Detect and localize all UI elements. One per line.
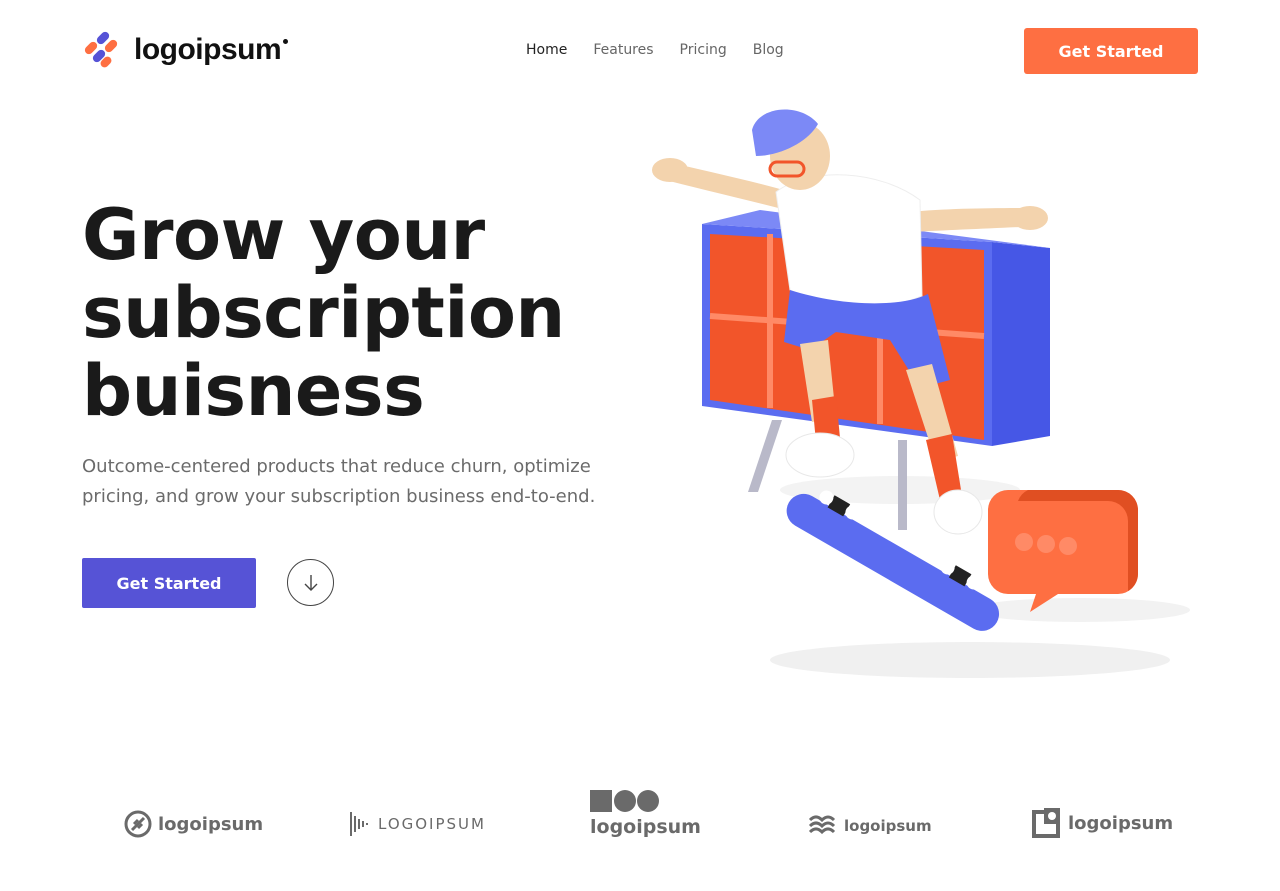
- partner-logos: logoipsum LOGOIPSUM logoipsum logoipsum: [0, 790, 1280, 860]
- headline-line-2: subscription: [82, 272, 565, 354]
- logo-text: logoipsum: [134, 33, 282, 66]
- nav-features[interactable]: Features: [593, 42, 653, 58]
- nav-home[interactable]: Home: [526, 42, 567, 58]
- waves-logo-icon: [808, 815, 836, 835]
- partner-logo-5: logoipsum: [1032, 808, 1173, 838]
- hero-get-started-button[interactable]: Get Started: [82, 558, 256, 608]
- partner-name-3: logoipsum: [590, 816, 701, 838]
- header-get-started-button[interactable]: Get Started: [1024, 28, 1198, 74]
- logo-mark-icon: [84, 31, 118, 68]
- partner-name-2: LOGOIPSUM: [378, 815, 486, 833]
- square-circles-logo-icon: [590, 790, 659, 812]
- skateboarder-illustration: [652, 109, 1190, 678]
- hero-headline: Grow your subscription buisness: [82, 196, 565, 430]
- headline-line-1: Grow your: [82, 194, 485, 276]
- partner-name-5: logoipsum: [1068, 812, 1174, 834]
- scroll-down-button[interactable]: [287, 559, 334, 606]
- soundwave-logo-icon: [350, 812, 368, 836]
- nav-pricing[interactable]: Pricing: [680, 42, 727, 58]
- site-header: logoipsum Home Features Pricing Blog Get…: [0, 0, 1280, 100]
- arrow-down-icon: [304, 574, 317, 591]
- hero-subtitle: Outcome-centered products that reduce ch…: [82, 456, 596, 507]
- main-nav: Home Features Pricing Blog: [526, 42, 784, 58]
- partner-name-4: logoipsum: [844, 817, 932, 835]
- square-frame-logo-icon: [1032, 808, 1060, 838]
- partner-logo-3: logoipsum: [590, 790, 701, 838]
- partner-logo-2: LOGOIPSUM: [350, 810, 486, 838]
- partner-logo-1: logoipsum: [124, 810, 263, 838]
- circle-stripe-logo-icon: [124, 810, 152, 838]
- nav-blog[interactable]: Blog: [753, 42, 784, 58]
- partner-name-1: logoipsum: [158, 813, 264, 835]
- headline-line-3: buisness: [82, 350, 425, 432]
- logo-dot: [283, 38, 289, 44]
- brand-logo[interactable]: logoipsum: [82, 30, 289, 70]
- partner-logo-4: logoipsum: [808, 814, 932, 838]
